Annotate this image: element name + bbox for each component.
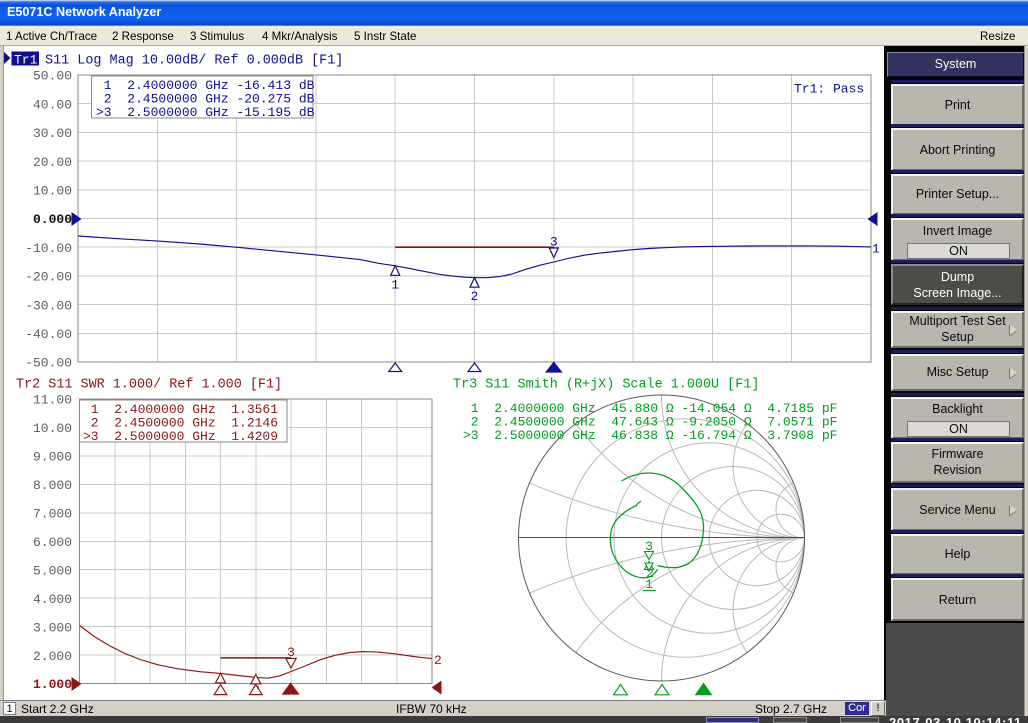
svg-text:-40.00: -40.00 <box>25 327 72 342</box>
svg-text:Tr2 S11 SWR 1.000/ Ref 1.000 [: Tr2 S11 SWR 1.000/ Ref 1.000 [F1] <box>16 378 282 393</box>
svg-text:-10.00: -10.00 <box>25 241 72 256</box>
svg-text:11.00: 11.00 <box>33 393 72 408</box>
svg-text:3: 3 <box>287 645 295 660</box>
svg-text:0.000: 0.000 <box>33 212 72 227</box>
svg-text:1.000: 1.000 <box>33 677 72 692</box>
svg-text:8.000: 8.000 <box>33 478 72 493</box>
svg-text:3.000: 3.000 <box>33 620 72 635</box>
svg-text:1: 1 <box>645 577 653 592</box>
svg-text:2: 2 <box>434 653 442 668</box>
svg-text:>3 2.5000000 GHz 1.4209: >3 2.5000000 GHz 1.4209 <box>83 429 278 444</box>
svg-text:-20.00: -20.00 <box>25 270 72 285</box>
svg-text:-30.00: -30.00 <box>25 298 72 313</box>
svg-text:1: 1 <box>872 242 880 257</box>
svg-text:Tr3 S11 Smith (R+jX) Scale 1.0: Tr3 S11 Smith (R+jX) Scale 1.000U [F1] <box>453 378 759 393</box>
svg-text:Tr1: Tr1 <box>14 53 38 68</box>
svg-text:7.000: 7.000 <box>33 507 72 522</box>
svg-text:5.000: 5.000 <box>33 563 72 578</box>
svg-text:10.00: 10.00 <box>33 421 72 436</box>
svg-text:4.000: 4.000 <box>33 592 72 607</box>
svg-text:1: 1 <box>391 278 399 293</box>
svg-text:9.000: 9.000 <box>33 450 72 465</box>
svg-text:50.00: 50.00 <box>33 69 72 84</box>
svg-text:30.00: 30.00 <box>33 126 72 141</box>
svg-text:>3 2.5000000 GHz -15.195 dB: >3 2.5000000 GHz -15.195 dB <box>96 105 315 120</box>
svg-text:3: 3 <box>645 539 653 554</box>
svg-text:>3 2.5000000 GHz 46.838 Ω -1: >3 2.5000000 GHz 46.838 Ω -16.794 Ω 3.79… <box>463 428 837 443</box>
svg-text:-50.00: -50.00 <box>25 356 72 371</box>
svg-text:6.000: 6.000 <box>33 535 72 550</box>
svg-text:40.00: 40.00 <box>33 97 72 112</box>
svg-text:2: 2 <box>471 289 479 304</box>
svg-text:20.00: 20.00 <box>33 155 72 170</box>
svg-text:3: 3 <box>550 235 558 250</box>
svg-text:Tr1: Pass: Tr1: Pass <box>794 82 864 97</box>
svg-text:S11 Log Mag 10.00dB/ Ref 0.000: S11 Log Mag 10.00dB/ Ref 0.000dB [F1] <box>45 54 343 69</box>
svg-text:10.00: 10.00 <box>33 184 72 199</box>
svg-text:2.000: 2.000 <box>33 649 72 664</box>
